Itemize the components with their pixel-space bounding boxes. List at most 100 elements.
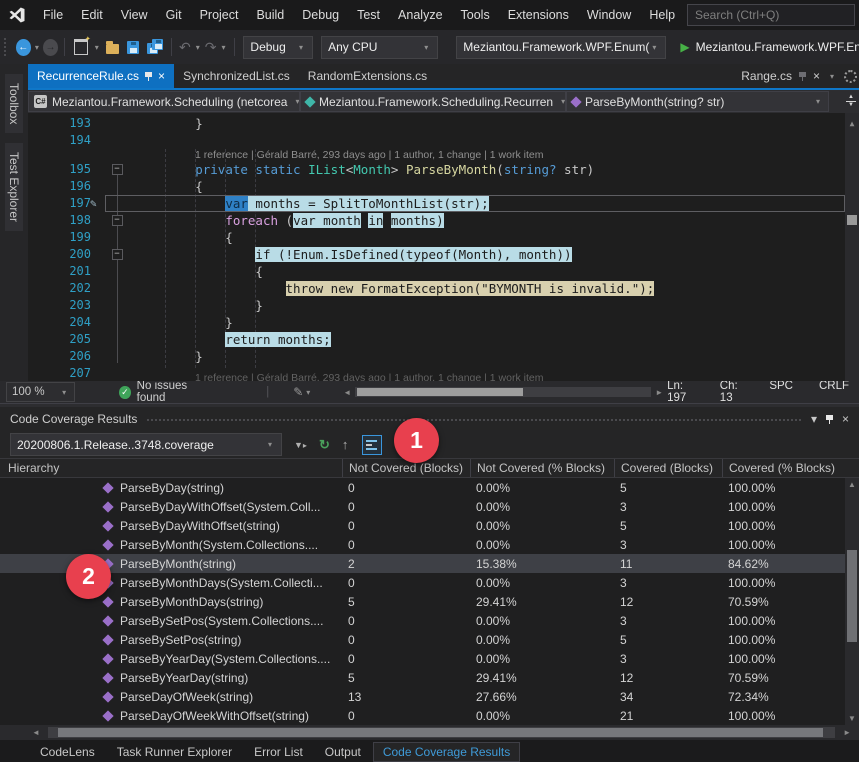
navigate-back-dropdown-icon[interactable]: ▾: [32, 43, 42, 52]
bottom-tab-output[interactable]: Output: [315, 742, 371, 762]
tab-list-dropdown-icon[interactable]: ▾: [827, 72, 837, 81]
code-line[interactable]: 206 }: [28, 348, 859, 365]
pin-panel-icon[interactable]: [826, 415, 833, 424]
pin-tab-icon[interactable]: [799, 72, 806, 81]
code-line[interactable]: 200− if (!Enum.IsDefined(typeof(Month), …: [28, 246, 859, 263]
code-line[interactable]: 196 {: [28, 178, 859, 195]
split-editor-handle[interactable]: ▲▼: [843, 95, 859, 108]
menu-item-view[interactable]: View: [112, 8, 157, 22]
editor-horizontal-scrollbar[interactable]: ◄ ►: [339, 387, 667, 397]
code-line[interactable]: 194: [28, 132, 859, 149]
search-input[interactable]: Search (Ctrl+Q): [687, 4, 855, 26]
code-line[interactable]: 202 throw new FormatException("BYMONTH i…: [28, 280, 859, 297]
solution-platform-dropdown[interactable]: Any CPU ▾: [321, 36, 438, 59]
fold-collapse-icon[interactable]: −: [112, 164, 123, 175]
scroll-down-icon[interactable]: ▼: [845, 714, 859, 723]
table-row[interactable]: ParseByMonth(System.Collections....00.00…: [0, 535, 859, 554]
code-editor[interactable]: 193 }1941 reference | Gérald Barré, 293 …: [28, 113, 859, 381]
window-position-dropdown-icon[interactable]: ▾: [811, 412, 817, 426]
table-row[interactable]: ParseBySetPos(System.Collections....00.0…: [0, 611, 859, 630]
coverage-table-header[interactable]: HierarchyNot Covered (Blocks)Not Covered…: [0, 458, 859, 478]
code-line[interactable]: 195− private static IList<Month> ParseBy…: [28, 161, 859, 178]
menu-item-help[interactable]: Help: [640, 8, 684, 22]
scroll-right-icon[interactable]: ►: [839, 728, 855, 737]
table-row[interactable]: ParseByYearDay(System.Collections....00.…: [0, 649, 859, 668]
gear-icon[interactable]: [844, 70, 857, 83]
scrollbar-thumb[interactable]: [847, 215, 857, 225]
navigate-back-button[interactable]: ←: [16, 39, 31, 56]
code-line[interactable]: 205 return months;: [28, 331, 859, 348]
redo-dropdown-icon[interactable]: ▾: [219, 43, 229, 52]
undo-button[interactable]: ↶: [179, 39, 191, 56]
scroll-right-icon[interactable]: ►: [651, 388, 667, 397]
document-tab[interactable]: RandomExtensions.cs: [299, 64, 436, 88]
menu-item-test[interactable]: Test: [348, 8, 389, 22]
table-row[interactable]: ParseDayOfWeekWithOffset(string)00.00%21…: [0, 706, 859, 725]
editor-vertical-scrollbar[interactable]: ▲: [845, 113, 859, 381]
document-tab[interactable]: RecurrenceRule.cs×: [28, 64, 174, 88]
chevron-down-icon[interactable]: ▾: [303, 388, 313, 397]
menu-item-analyze[interactable]: Analyze: [389, 8, 451, 22]
start-debugging-button[interactable]: ▶: [680, 40, 689, 54]
menu-item-extensions[interactable]: Extensions: [499, 8, 578, 22]
menu-item-edit[interactable]: Edit: [72, 8, 112, 22]
code-fix-icon[interactable]: ✎: [293, 385, 303, 399]
table-horizontal-scrollbar[interactable]: ◄ ►: [0, 725, 859, 740]
bottom-tab-error-list[interactable]: Error List: [244, 742, 313, 762]
scroll-left-icon[interactable]: ◄: [28, 728, 44, 737]
table-row[interactable]: ParseByDayWithOffset(string)00.00%5100.0…: [0, 516, 859, 535]
menu-item-build[interactable]: Build: [247, 8, 293, 22]
bottom-tab-task-runner-explorer[interactable]: Task Runner Explorer: [107, 742, 242, 762]
menu-item-project[interactable]: Project: [191, 8, 248, 22]
column-header-name[interactable]: Hierarchy: [0, 461, 342, 475]
coverage-file-dropdown[interactable]: 20200806.1.Release..3748.coverage ▾: [10, 433, 282, 456]
save-button[interactable]: [127, 41, 139, 54]
table-vertical-scrollbar[interactable]: ▲ ▼: [845, 478, 859, 725]
zoom-level-dropdown[interactable]: 100 % ▾: [6, 382, 75, 402]
bottom-tab-codelens[interactable]: CodeLens: [30, 742, 105, 762]
bottom-tab-code-coverage-results[interactable]: Code Coverage Results: [373, 742, 520, 762]
menu-item-file[interactable]: File: [34, 8, 72, 22]
code-line[interactable]: 197✎ var months = SplitToMonthList(str);: [28, 195, 859, 212]
menu-item-window[interactable]: Window: [578, 8, 640, 22]
show-coverage-coloring-button[interactable]: [362, 435, 382, 455]
scroll-up-icon[interactable]: ▲: [845, 480, 859, 489]
scrollbar-track[interactable]: [355, 387, 651, 397]
code-line[interactable]: 201 {: [28, 263, 859, 280]
fold-collapse-icon[interactable]: −: [112, 249, 123, 260]
table-row[interactable]: ParseByDay(string)00.00%5100.00%: [0, 478, 859, 497]
code-line[interactable]: 193 }: [28, 115, 859, 132]
fold-collapse-icon[interactable]: −: [112, 215, 123, 226]
column-header-v1[interactable]: Not Covered (% Blocks): [470, 459, 614, 477]
close-tab-icon[interactable]: ×: [813, 69, 820, 83]
column-header-v3[interactable]: Covered (% Blocks): [722, 459, 859, 477]
close-tab-icon[interactable]: ×: [158, 69, 165, 83]
pin-tab-icon[interactable]: [145, 72, 152, 81]
codelens-annotation[interactable]: 1 reference | Gérald Barré, 293 days ago…: [28, 149, 859, 161]
breadcrumb-type-dropdown[interactable]: Meziantou.Framework.Scheduling.Recurren …: [300, 91, 566, 112]
code-line[interactable]: 203 }: [28, 297, 859, 314]
run-target-label[interactable]: Meziantou.Framework.WPF.Enum: [696, 40, 859, 54]
code-line[interactable]: 199 {: [28, 229, 859, 246]
toolbar-grip[interactable]: [4, 38, 10, 56]
save-all-button[interactable]: [147, 39, 162, 55]
column-header-v2[interactable]: Covered (Blocks): [614, 459, 722, 477]
export-results-button[interactable]: ↑: [342, 437, 349, 452]
undo-dropdown-icon[interactable]: ▾: [193, 43, 203, 52]
import-results-button[interactable]: ▼: [294, 440, 307, 450]
scroll-left-icon[interactable]: ◄: [339, 388, 355, 397]
navigate-forward-button[interactable]: →: [43, 39, 58, 56]
breadcrumb-project-dropdown[interactable]: C# Meziantou.Framework.Scheduling (netco…: [28, 91, 300, 112]
redo-button[interactable]: ↷: [205, 39, 217, 56]
column-header-v0[interactable]: Not Covered (Blocks): [342, 459, 470, 477]
document-tab-preview[interactable]: Range.cs×▾: [741, 64, 859, 88]
scrollbar-thumb[interactable]: [847, 550, 857, 642]
table-row[interactable]: ParseByMonthDays(System.Collecti...00.00…: [0, 573, 859, 592]
open-file-button[interactable]: [106, 44, 119, 54]
new-project-button[interactable]: [74, 39, 88, 55]
new-project-dropdown-icon[interactable]: ▾: [92, 43, 102, 52]
code-line[interactable]: 198− foreach (var month in months): [28, 212, 859, 229]
table-row[interactable]: ParseBySetPos(string)00.00%5100.00%: [0, 630, 859, 649]
breadcrumb-member-dropdown[interactable]: ParseByMonth(string? str) ▾: [566, 91, 829, 112]
side-tab-test-explorer[interactable]: Test Explorer: [5, 143, 23, 231]
